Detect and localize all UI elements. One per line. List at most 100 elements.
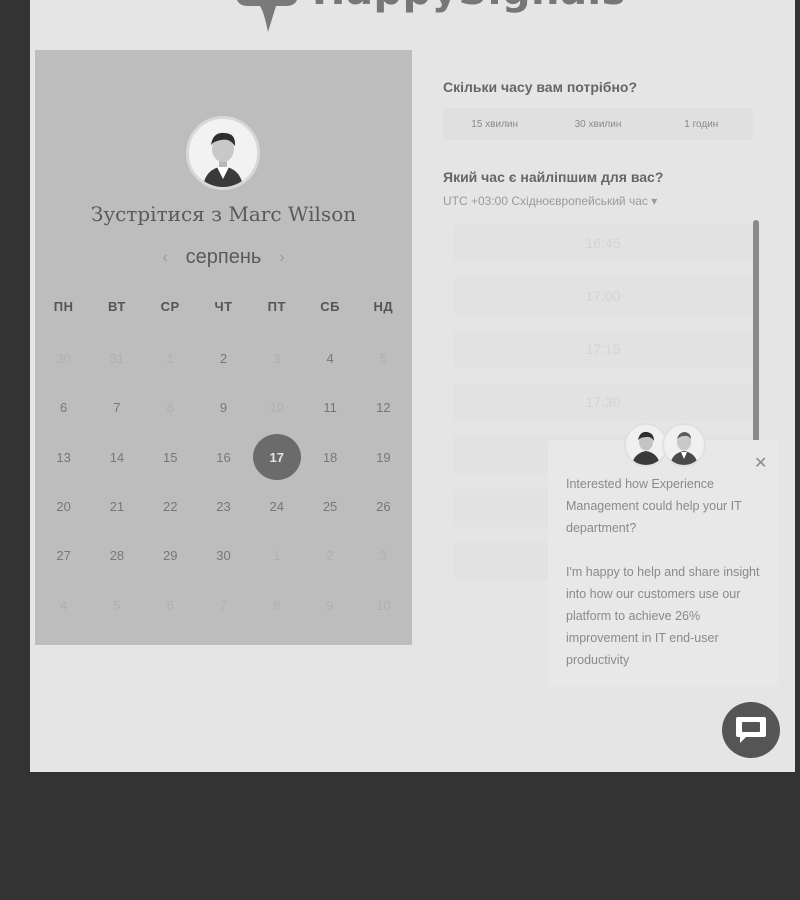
close-icon[interactable]: ✕ [754, 456, 767, 472]
calendar-day[interactable]: 12 [357, 383, 410, 432]
calendar-day[interactable]: 1 [144, 334, 197, 383]
calendar-day[interactable]: 3 [250, 334, 303, 383]
calendar-day[interactable]: 5 [357, 334, 410, 383]
timeslot-button[interactable]: 16:45 [453, 224, 753, 262]
chat-icon [736, 717, 766, 743]
calendar-day-label: 2 [326, 548, 334, 564]
calendar-day[interactable]: 30 [37, 334, 90, 383]
calendar-day[interactable]: 8 [250, 580, 303, 629]
calendar-day[interactable]: 2 [197, 334, 250, 383]
duration-question: Скільки часу вам потрібно? [443, 79, 638, 95]
calendar-day[interactable]: 21 [90, 482, 143, 531]
calendar-day[interactable]: 11 [303, 383, 356, 432]
weekday-label: СР [160, 299, 180, 314]
weekday-label: ВТ [108, 299, 126, 314]
month-navigation: ‹ серпень › [35, 246, 412, 269]
person-photo-icon [632, 431, 660, 465]
timezone-select[interactable]: UTC +03:00 Східноєвропейський час ▾ [443, 194, 657, 208]
calendar-day[interactable]: 20 [37, 482, 90, 531]
calendar-days-grid: 30 31 1 2 3 4 5 6 7 8 9 10 11 12 13 14 15 16 17 18 19 20 21 22 2… [35, 334, 412, 630]
calendar-day-label: 6 [60, 400, 68, 416]
chevron-right-icon[interactable]: › [279, 249, 284, 267]
weekday-label: НД [373, 299, 394, 314]
weekday-label: ПН [53, 299, 74, 314]
timeslot-button[interactable]: 17:30 [453, 383, 753, 421]
duration-selector: 15 хвилин 30 хвилин 1 годин [443, 108, 753, 140]
calendar-panel: Зустрітися з Marc Wilson ‹ серпень › ПН … [35, 50, 412, 645]
weekday-label: СБ [320, 299, 340, 314]
calendar-day-label: 5 [113, 597, 121, 613]
calendar-day[interactable]: 3 [357, 531, 410, 580]
chat-launcher-button[interactable] [722, 702, 780, 758]
calendar-day[interactable]: 18 [303, 433, 356, 482]
popup-message: Interested how Experience Management cou… [566, 473, 766, 671]
calendar-day[interactable]: 4 [303, 334, 356, 383]
chevron-left-icon[interactable]: ‹ [162, 249, 167, 267]
calendar-day[interactable]: 15 [144, 433, 197, 482]
calendar-day[interactable]: 14 [90, 433, 143, 482]
month-label: серпень [185, 246, 262, 268]
calendar-day[interactable]: 26 [357, 482, 410, 531]
calendar-day-label: 14 [109, 449, 125, 465]
calendar-day[interactable]: 28 [90, 531, 143, 580]
calendar-day[interactable]: 30 [197, 531, 250, 580]
weekday-label: ПТ [267, 299, 286, 314]
calendar-day[interactable]: 24 [250, 482, 303, 531]
timeslot-scrollbar[interactable] [753, 220, 759, 446]
calendar-day-label: 10 [269, 400, 285, 416]
calendar-day-label: 5 [379, 351, 387, 367]
calendar-day-label: 15 [162, 449, 178, 465]
timeslot-button[interactable]: 17:00 [453, 277, 753, 315]
calendar-day[interactable]: 10 [250, 383, 303, 432]
duration-option-30[interactable]: 30 хвилин [546, 108, 649, 140]
calendar-day-label: 7 [113, 400, 121, 416]
calendar-day[interactable]: 7 [197, 580, 250, 629]
calendar-day[interactable]: 4 [37, 580, 90, 629]
calendar-day-label: 28 [109, 548, 125, 564]
calendar-day[interactable]: 10 [357, 580, 410, 629]
calendar-day[interactable]: 6 [37, 383, 90, 432]
calendar-day[interactable]: 29 [144, 531, 197, 580]
calendar-day[interactable]: 16 [197, 433, 250, 482]
weekday-header: ПН ВТ СР ЧТ ПТ СБ НД [35, 299, 412, 314]
calendar-day[interactable]: 22 [144, 482, 197, 531]
calendar-day-label: 4 [60, 597, 68, 613]
calendar-day-label: 12 [376, 400, 391, 416]
calendar-day-label: 29 [162, 548, 178, 564]
calendar-day-label: 2 [219, 351, 228, 367]
calendar-day[interactable]: 13 [37, 433, 90, 482]
popup-paragraph: Interested how Experience Management cou… [566, 477, 742, 535]
calendar-day[interactable]: 5 [90, 580, 143, 629]
agent-avatars [624, 423, 708, 469]
weekday-label: ЧТ [214, 299, 233, 314]
calendar-day-label: 6 [166, 597, 174, 613]
calendar-day-label: 21 [109, 499, 125, 515]
calendar-day-label: 1 [273, 548, 281, 564]
popup-paragraph: I'm happy to help and share insight into… [566, 565, 760, 667]
duration-option-60[interactable]: 1 годин [650, 108, 753, 140]
calendar-day[interactable]: 2 [303, 531, 356, 580]
calendar-day[interactable]: 27 [37, 531, 90, 580]
calendar-day-selected[interactable]: 17 [250, 433, 303, 482]
calendar-day-label: 11 [323, 400, 337, 416]
calendar-day-label: 8 [166, 400, 174, 416]
calendar-day-label: 25 [322, 499, 338, 515]
calendar-day[interactable]: 19 [357, 433, 410, 482]
calendar-day[interactable]: 9 [197, 383, 250, 432]
person-photo-icon [189, 119, 257, 187]
calendar-day-label: 20 [56, 499, 71, 515]
duration-option-15[interactable]: 15 хвилин [443, 108, 546, 140]
calendar-day-label: 26 [376, 499, 391, 515]
calendar-day[interactable]: 9 [303, 580, 356, 629]
calendar-day[interactable]: 7 [90, 383, 143, 432]
calendar-day[interactable]: 31 [90, 334, 143, 383]
calendar-day-label: 23 [216, 499, 231, 515]
calendar-day[interactable]: 1 [250, 531, 303, 580]
calendar-day[interactable]: 25 [303, 482, 356, 531]
calendar-day[interactable]: 8 [144, 383, 197, 432]
calendar-day[interactable]: 23 [197, 482, 250, 531]
calendar-day-label: 19 [376, 449, 391, 465]
calendar-day[interactable]: 6 [144, 580, 197, 629]
timeslot-button[interactable]: 17:15 [453, 330, 753, 368]
calendar-day-label: 27 [56, 548, 71, 564]
